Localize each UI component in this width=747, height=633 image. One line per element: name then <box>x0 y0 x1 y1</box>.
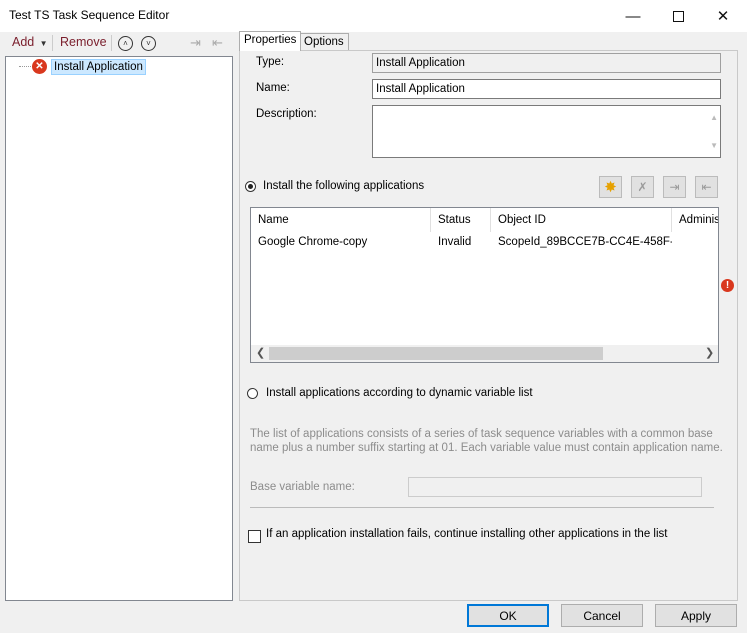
continue-on-failure-label: If an application installation fails, co… <box>266 528 668 540</box>
cancel-label: Cancel <box>583 608 621 623</box>
delete-x-icon: ✗ <box>637 180 648 194</box>
maximize-icon <box>672 10 684 22</box>
move-app-up-button[interactable]: ⇥ <box>663 176 686 198</box>
dropdown-arrow-icon: ▼ <box>39 39 48 48</box>
task-sequence-tree[interactable]: ✕ Install Application <box>5 56 233 601</box>
close-icon: ✕ <box>716 8 730 25</box>
base-variable-input[interactable] <box>408 477 702 497</box>
applications-list[interactable]: Name Status Object ID Administ Google Ch… <box>250 207 719 363</box>
toolbar-divider <box>52 35 53 51</box>
column-header-label: Object ID <box>498 214 546 226</box>
column-header-label: Status <box>438 214 471 226</box>
ok-label: OK <box>499 608 517 623</box>
continue-on-failure-checkbox[interactable] <box>248 530 261 543</box>
maximize-button[interactable] <box>655 0 701 32</box>
apply-label: Apply <box>680 608 712 623</box>
indent-icon: ⇥ <box>190 35 201 50</box>
cell-name: Google Chrome-copy <box>258 236 368 248</box>
close-button[interactable]: ✕ <box>700 0 746 32</box>
add-menu-button[interactable]: Add ▼ <box>12 35 48 49</box>
indent-button[interactable]: ⇥ <box>190 35 201 51</box>
name-input[interactable]: Install Application <box>372 79 721 99</box>
error-indicator-icon: ! <box>721 279 734 292</box>
base-variable-label: Base variable name: <box>250 481 355 493</box>
outdent-button[interactable]: ⇤ <box>212 35 223 51</box>
remove-button[interactable]: Remove <box>60 35 107 49</box>
separator-line <box>250 507 714 508</box>
tab-label: Options <box>304 36 344 48</box>
move-down-icon: ⇤ <box>701 180 712 194</box>
tab-options[interactable]: Options <box>299 33 349 51</box>
dynamic-help-text: The list of applications consists of a s… <box>250 428 723 454</box>
tree-item-label: Install Application <box>54 61 143 73</box>
minimize-icon: — <box>625 7 641 25</box>
scroll-right-icon[interactable]: ❯ <box>705 346 714 359</box>
column-header-object-id[interactable]: Object ID <box>491 208 672 232</box>
column-header-name[interactable]: Name <box>251 208 431 232</box>
description-label: Description: <box>256 108 317 120</box>
new-application-button[interactable]: ✸ <box>599 176 622 198</box>
apply-button[interactable]: Apply <box>655 604 737 627</box>
dynamic-variable-radio[interactable] <box>247 388 258 399</box>
type-value: Install Application <box>376 57 465 69</box>
type-field: Install Application <box>372 53 721 73</box>
scrollbar-thumb[interactable] <box>269 347 603 360</box>
column-header-label: Administ <box>679 214 719 226</box>
tab-properties[interactable]: Properties <box>239 31 302 51</box>
scroll-up-icon: ▲ <box>710 113 718 122</box>
column-header-administrator[interactable]: Administ <box>672 208 719 232</box>
move-up-button[interactable]: ˄ <box>118 36 133 51</box>
tree-item-install-application[interactable]: Install Application <box>51 59 146 75</box>
window-title: Test TS Task Sequence Editor <box>9 8 170 22</box>
name-label: Name: <box>256 82 290 94</box>
horizontal-scrollbar[interactable]: ❮ ❯ <box>251 345 718 362</box>
scroll-down-icon: ▼ <box>710 141 718 150</box>
move-down-button[interactable]: ˅ <box>141 36 156 51</box>
move-app-down-button[interactable]: ⇤ <box>695 176 718 198</box>
scroll-left-icon[interactable]: ❮ <box>256 346 265 359</box>
title-bar: Test TS Task Sequence Editor — ✕ <box>0 0 747 32</box>
column-header-status[interactable]: Status <box>431 208 491 232</box>
dynamic-variable-label: Install applications according to dynami… <box>266 387 533 399</box>
cell-status: Invalid <box>438 236 472 248</box>
error-icon: ✕ <box>32 59 47 74</box>
cancel-button[interactable]: Cancel <box>561 604 643 627</box>
starburst-icon: ✸ <box>604 179 617 196</box>
type-label: Type: <box>256 56 285 68</box>
double-chevron-up-icon: ˄ <box>123 39 128 48</box>
delete-application-button[interactable]: ✗ <box>631 176 654 198</box>
install-following-radio[interactable] <box>245 181 256 192</box>
minimize-button[interactable]: — <box>610 0 656 32</box>
cell-object-id: ScopeId_89BCCE7B-CC4E-458F-... <box>498 236 672 248</box>
tab-label: Properties <box>244 34 297 46</box>
toolbar-divider <box>111 35 112 51</box>
tree-connector <box>19 66 33 67</box>
outdent-icon: ⇤ <box>212 35 223 50</box>
move-up-icon: ⇥ <box>669 180 680 194</box>
name-value: Install Application <box>376 83 465 95</box>
add-menu-label: Add <box>12 35 35 49</box>
ok-button[interactable]: OK <box>467 604 549 627</box>
table-row[interactable]: Google Chrome-copy Invalid ScopeId_89BCC… <box>251 234 718 252</box>
install-following-label: Install the following applications <box>263 180 425 192</box>
double-chevron-down-icon: ˅ <box>146 39 151 48</box>
description-textarea[interactable]: ▲ ▼ <box>372 105 721 158</box>
column-header-label: Name <box>258 214 289 226</box>
